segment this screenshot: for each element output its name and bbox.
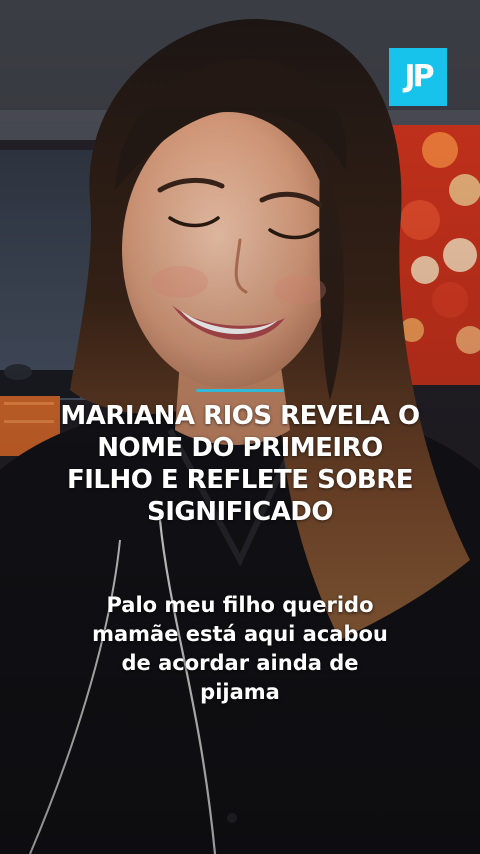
caption-line: de acordar ainda de [121,651,359,675]
story-headline: MARIANA RIOS REVELA O NOME DO PRIMEIRO F… [40,400,440,528]
logo-text: JP [404,59,434,94]
jp-news-logo: JP [389,48,447,106]
headline-divider [196,389,284,392]
headline-line: FILHO E REFLETE SOBRE [66,465,414,495]
caption-line: mamãe está aqui acabou [92,622,388,646]
caption-line: Palo meu filho querido [106,593,374,617]
caption-line: pijama [200,680,280,704]
video-caption: Palo meu filho querido mamãe está aqui a… [60,591,420,707]
headline-line: MARIANA RIOS REVELA O [60,401,420,431]
headline-line: NOME DO PRIMEIRO [97,433,383,463]
headline-line: SIGNIFICADO [147,497,334,527]
